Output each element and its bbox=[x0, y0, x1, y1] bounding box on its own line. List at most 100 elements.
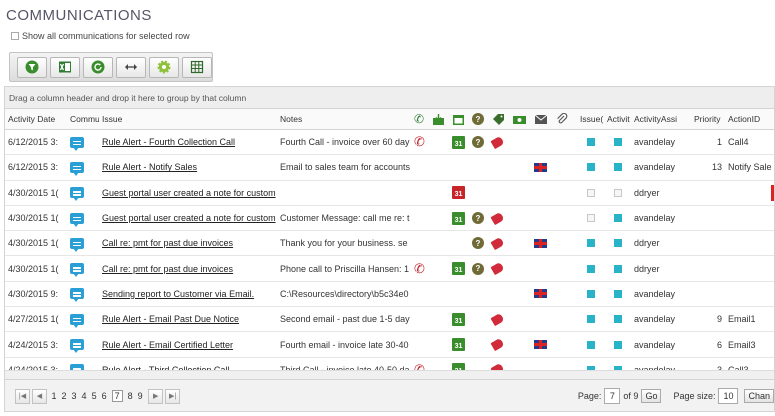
cell-communication[interactable] bbox=[67, 181, 99, 205]
header-issue-flag[interactable]: Issue( bbox=[577, 109, 604, 129]
header-inbox[interactable] bbox=[429, 109, 449, 129]
header-attachment[interactable] bbox=[553, 109, 577, 129]
header-activit[interactable]: Activit bbox=[604, 109, 631, 129]
cell-communication[interactable] bbox=[67, 231, 99, 255]
cell-issue[interactable]: Rule Alert - Email Past Due Notice bbox=[99, 307, 277, 331]
prev-page-button[interactable]: ◀ bbox=[32, 388, 47, 404]
settings-button[interactable] bbox=[149, 56, 179, 78]
page-number[interactable]: 7 bbox=[111, 390, 123, 402]
cell-calendar: 31 bbox=[449, 181, 469, 205]
cell-question bbox=[469, 155, 489, 179]
cell-issue[interactable]: Call re: pmt for past due invoices bbox=[99, 231, 277, 255]
group-by-panel[interactable]: Drag a column header and drop it here to… bbox=[5, 87, 774, 109]
cell-communication[interactable] bbox=[67, 206, 99, 230]
header-money[interactable] bbox=[509, 109, 531, 129]
cell-communication[interactable] bbox=[67, 130, 99, 154]
tag-icon bbox=[490, 211, 505, 225]
show-all-checkbox[interactable] bbox=[11, 32, 19, 40]
issue-link[interactable]: Guest portal user created a note for cus… bbox=[102, 188, 276, 198]
issue-link[interactable]: Guest portal user created a note for cus… bbox=[102, 213, 276, 223]
page-number[interactable]: 4 bbox=[82, 391, 87, 401]
table-row[interactable]: 4/30/2015 1(Guest portal user created a … bbox=[5, 181, 774, 206]
issue-link[interactable]: Rule Alert - Email Certified Letter bbox=[102, 340, 233, 350]
cell-issue[interactable]: Guest portal user created a note for cus… bbox=[99, 181, 277, 205]
cell-issue[interactable]: Sending report to Customer via Email. bbox=[99, 282, 277, 306]
export-excel-button[interactable] bbox=[50, 56, 80, 78]
resize-columns-button[interactable] bbox=[116, 56, 146, 78]
issue-link[interactable]: Rule Alert - Fourth Collection Call bbox=[102, 137, 235, 147]
last-page-button[interactable]: ▶| bbox=[165, 388, 181, 404]
cell-communication[interactable] bbox=[67, 256, 99, 280]
question-icon: ? bbox=[472, 262, 484, 275]
cell-envelope bbox=[531, 332, 553, 356]
go-button[interactable]: Go bbox=[641, 389, 662, 403]
header-action-id[interactable]: ActionID bbox=[725, 109, 774, 129]
first-page-button[interactable]: |◀ bbox=[15, 388, 30, 404]
cell-issue[interactable]: Rule Alert - Notify Sales bbox=[99, 155, 277, 179]
table-row[interactable]: 4/30/2015 9: Sending report to Customer v… bbox=[5, 282, 774, 308]
change-page-size-button[interactable]: Chan bbox=[744, 389, 774, 403]
table-row[interactable]: 4/27/2015 1(Rule Alert - Email Past Due … bbox=[5, 307, 774, 333]
header-activity-assigned[interactable]: ActivityAssi bbox=[631, 109, 691, 129]
header-calendar[interactable] bbox=[449, 109, 469, 129]
page-input[interactable]: 7 bbox=[604, 388, 621, 404]
show-all-communications[interactable]: Show all communications for selected row bbox=[11, 31, 190, 41]
header-phone[interactable]: ✆ bbox=[411, 109, 429, 129]
page-number[interactable]: 2 bbox=[62, 391, 67, 401]
issue-link[interactable]: Call re: pmt for past due invoices bbox=[102, 238, 233, 248]
cell-activity-date: 6/12/2015 3: bbox=[8, 137, 59, 148]
cell-activity-date: 4/24/2015 3: bbox=[8, 339, 59, 350]
page-number[interactable]: 3 bbox=[72, 391, 77, 401]
page-number[interactable]: 1 bbox=[52, 391, 57, 401]
activity-status-indicator bbox=[613, 163, 622, 172]
page-number[interactable]: 8 bbox=[128, 391, 133, 401]
header-issue[interactable]: Issue bbox=[99, 109, 277, 129]
header-priority[interactable]: Priority bbox=[691, 109, 725, 129]
page-number[interactable]: 5 bbox=[92, 391, 97, 401]
cell-issue[interactable]: Rule Alert - Email Certified Letter bbox=[99, 332, 277, 356]
page-size-input[interactable]: 10 bbox=[718, 388, 739, 404]
issue-link[interactable]: Rule Alert - Email Past Due Notice bbox=[102, 314, 239, 324]
filter-button[interactable] bbox=[17, 56, 47, 78]
page-number[interactable]: 6 bbox=[102, 391, 107, 401]
cell-activity-date: 4/30/2015 9: bbox=[8, 288, 59, 299]
activity-status-indicator bbox=[613, 239, 622, 248]
cell-issue[interactable]: Rule Alert - Fourth Collection Call bbox=[99, 130, 277, 154]
cell-calendar bbox=[449, 155, 469, 179]
issue-link[interactable]: Rule Alert - Notify Sales bbox=[102, 162, 197, 172]
table-row[interactable]: 4/24/2015 3: Rule Alert - Email Certified… bbox=[5, 332, 774, 358]
cell-tag bbox=[489, 130, 509, 154]
next-page-button[interactable]: ▶ bbox=[148, 388, 164, 404]
cell-assignee: avandelay bbox=[634, 213, 676, 224]
table-row[interactable]: 6/12/2015 3: Rule Alert - Fourth Collecti… bbox=[5, 130, 774, 156]
cell-question bbox=[469, 307, 489, 331]
table-row[interactable]: 4/30/2015 1(Call re: pmt for past due in… bbox=[5, 231, 774, 257]
refresh-button[interactable] bbox=[83, 56, 113, 78]
header-commu[interactable]: Commu bbox=[67, 109, 99, 129]
cell-communication[interactable] bbox=[67, 307, 99, 331]
cell-envelope bbox=[531, 231, 553, 255]
issue-link[interactable]: Call re: pmt for past due invoices bbox=[102, 264, 233, 274]
header-tag[interactable] bbox=[489, 109, 509, 129]
column-chooser-button[interactable] bbox=[182, 56, 212, 78]
table-row[interactable]: 4/30/2015 1(Call re: pmt for past due in… bbox=[5, 256, 774, 282]
header-question[interactable]: ? bbox=[469, 109, 489, 129]
cell-calendar bbox=[449, 231, 469, 255]
cell-issue[interactable]: Call re: pmt for past due invoices bbox=[99, 256, 277, 280]
table-row[interactable]: 4/30/2015 1(Guest portal user created a … bbox=[5, 205, 774, 232]
header-activity-date[interactable]: Activity Date bbox=[5, 109, 67, 129]
cell-communication[interactable] bbox=[67, 282, 99, 306]
header-envelope[interactable] bbox=[531, 109, 553, 129]
page-number[interactable]: 9 bbox=[138, 391, 143, 401]
cell-communication[interactable] bbox=[67, 332, 99, 356]
cell-question bbox=[469, 332, 489, 356]
header-notes[interactable]: Notes bbox=[277, 109, 411, 129]
prev-page-icon: ◀ bbox=[36, 393, 43, 400]
issue-link[interactable]: Sending report to Customer via Email. bbox=[102, 289, 254, 299]
page-of-label: of 9 bbox=[623, 391, 639, 401]
cell-priority bbox=[691, 282, 725, 306]
cell-issue[interactable]: Guest portal user created a note for cus… bbox=[99, 206, 277, 230]
table-row[interactable]: 6/12/2015 3: Rule Alert - Notify Sales Ema… bbox=[5, 155, 774, 181]
paperclip-icon bbox=[557, 112, 568, 123]
cell-communication[interactable] bbox=[67, 155, 99, 179]
